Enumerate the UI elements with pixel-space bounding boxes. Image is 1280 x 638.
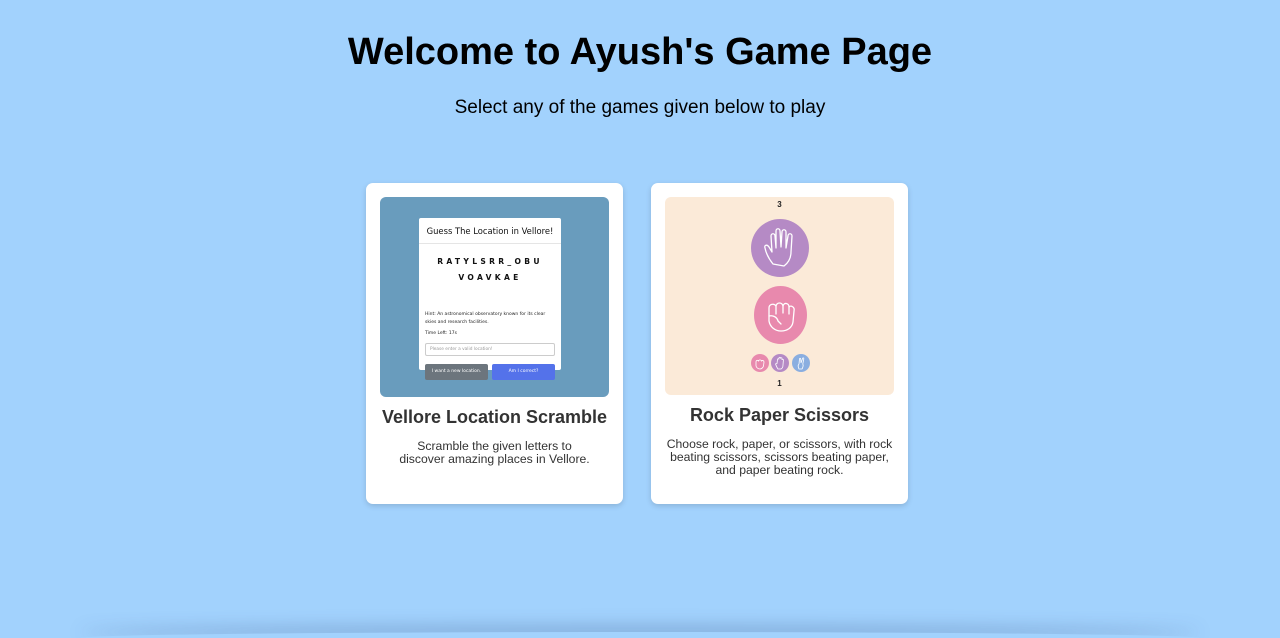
game-description-rps: Choose rock, paper, or scissors, with ro…	[666, 437, 893, 477]
game-thumbnail-rps[interactable]: 3 1	[665, 197, 894, 395]
scissors-option-button[interactable]	[792, 354, 810, 372]
scramble-preview-panel: Guess The Location in Vellore! RATYLSRR_…	[419, 218, 561, 380]
bottom-edge-shadow	[80, 632, 1200, 638]
rock-icon	[755, 359, 765, 370]
game-thumbnail-scramble[interactable]: Guess The Location in Vellore! RATYLSRR_…	[380, 197, 609, 397]
paper-hand-icon	[764, 228, 793, 267]
paper-icon	[774, 356, 784, 370]
page-subtitle: Select any of the games given below to p…	[454, 97, 826, 118]
scrambled-letters: RATYLSRR_OBU VOAVKAE	[419, 254, 561, 286]
game-description-scramble: Scramble the given letters to discover a…	[399, 439, 590, 466]
scrambled-letters-line-2: VOAVKAE	[458, 273, 522, 282]
check-answer-button: Am I correct?	[492, 364, 555, 380]
scramble-timer: Time Left: 17s	[425, 331, 457, 336]
scramble-preview-heading: Guess The Location in Vellore!	[426, 226, 554, 236]
player-score: 1	[777, 379, 782, 388]
paper-option-button[interactable]	[771, 354, 789, 372]
rock-fist-icon	[768, 302, 795, 332]
scissors-icon	[797, 357, 805, 370]
new-location-button: I want a new location.	[425, 364, 488, 380]
page-title: Welcome to Ayush's Game Page	[347, 31, 933, 73]
computer-score: 3	[777, 200, 782, 209]
scramble-hint: Hint: An astronomical observatory known …	[425, 312, 546, 325]
game-title-scramble[interactable]: Vellore Location Scramble	[366, 407, 623, 428]
rock-option-button[interactable]	[751, 354, 769, 372]
computer-choice	[751, 219, 809, 277]
scramble-location-input: Please enter a valid location!	[425, 343, 555, 356]
divider	[419, 243, 561, 244]
game-title-rps[interactable]: Rock Paper Scissors	[651, 405, 908, 426]
scrambled-letters-line-1: RATYLSRR_OBU	[437, 257, 543, 266]
player-choice	[754, 286, 807, 344]
game-card-vellore-scramble[interactable]: Guess The Location in Vellore! RATYLSRR_…	[366, 183, 623, 504]
game-card-rock-paper-scissors[interactable]: 3 1 Rock Paper Scissors Choose rock, pap…	[651, 183, 908, 504]
